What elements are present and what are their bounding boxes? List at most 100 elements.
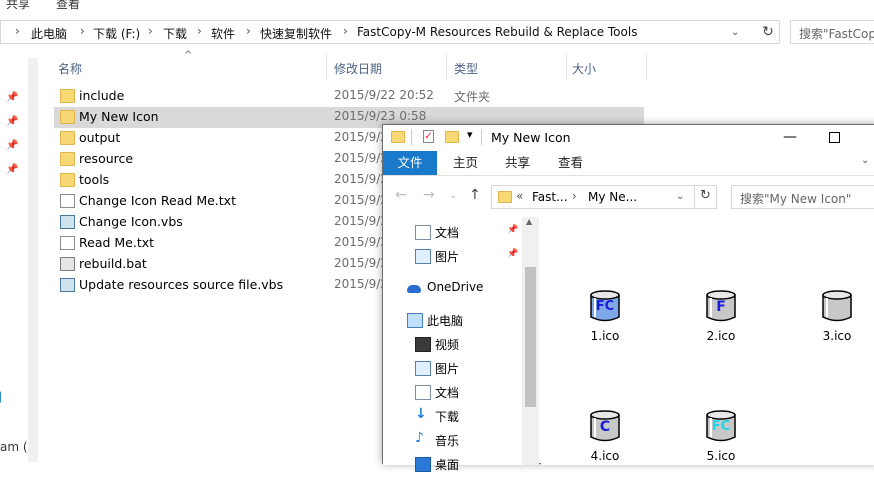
back-search-input[interactable]: 搜索"FastCop xyxy=(790,20,874,44)
nav-partial-label: am ( xyxy=(0,440,28,454)
computer-icon xyxy=(407,313,423,328)
file-date: 2015/9/2 xyxy=(334,256,388,270)
cylinder-icon xyxy=(822,290,852,322)
nav-item-label: 音乐 xyxy=(435,434,460,448)
tab-file[interactable]: 文件 xyxy=(383,151,437,175)
column-name[interactable]: 名称 xyxy=(58,60,82,77)
column-divider[interactable] xyxy=(446,54,447,80)
script-file-icon xyxy=(60,278,75,292)
back-nav-scrollbar[interactable] xyxy=(28,58,38,462)
pin-icon[interactable]: 📌 xyxy=(507,225,518,235)
address-bar[interactable]: « Fast... › My Ne... ⌄ ↻ xyxy=(491,185,717,209)
column-divider[interactable] xyxy=(646,54,647,80)
pin-icon[interactable]: 📌 xyxy=(507,249,518,259)
file-date: 2015/9/2 xyxy=(334,277,388,291)
column-date[interactable]: 修改日期 xyxy=(334,60,382,77)
folder-icon xyxy=(60,131,75,145)
refresh-icon[interactable]: ↻ xyxy=(758,22,778,42)
breadcrumb-software[interactable]: 软件 xyxy=(211,25,235,42)
tab-view[interactable]: 查看 xyxy=(558,151,583,175)
breadcrumb-parent[interactable]: Fast... xyxy=(532,190,568,204)
back-ribbon: 共享 查看 xyxy=(0,0,874,12)
table-row[interactable]: include 2015/9/22 20:52 文件夹 xyxy=(54,86,644,107)
window-title: My New Icon xyxy=(491,130,571,145)
nav-item[interactable]: OneDrive xyxy=(383,277,521,299)
expand-ribbon-icon[interactable]: ⌄ xyxy=(861,155,869,166)
nav-item[interactable]: 文档 📌 xyxy=(383,221,521,243)
customize-toolbar-icon[interactable]: ▾ xyxy=(467,128,473,141)
icon-file-name: 4.ico xyxy=(590,449,620,463)
icon-file-name: 5.ico xyxy=(706,449,736,463)
nav-item[interactable]: 此电脑 xyxy=(383,309,521,331)
icon-glyph: FC xyxy=(595,299,615,314)
icon-file-item[interactable]: FC 1.ico xyxy=(575,289,635,359)
back-arrow-icon[interactable]: ← xyxy=(395,187,407,203)
refresh-icon[interactable]: ↻ xyxy=(700,188,711,203)
scroll-up-icon[interactable]: ▲ xyxy=(526,217,532,226)
pin-icon[interactable]: 📌 xyxy=(6,92,18,103)
nav-item-label: 下载 xyxy=(435,410,460,424)
forward-arrow-icon[interactable]: → xyxy=(423,187,435,203)
chevron-right-icon: › xyxy=(197,24,202,38)
icon-file-item[interactable]: FC 5.ico xyxy=(691,409,751,479)
icon-glyph: C xyxy=(599,419,611,435)
pin-icon[interactable]: 📌 xyxy=(6,140,18,151)
file-name: My New Icon xyxy=(79,109,159,124)
icon-file-item[interactable]: F 2.ico xyxy=(691,289,751,359)
back-address-bar[interactable]: ▏ › 此电脑 › 下载 (F:) › 下载 › 软件 › 快速复制软件 › F… xyxy=(0,20,780,44)
text-file-icon xyxy=(60,194,75,208)
column-size[interactable]: 大小 xyxy=(572,60,596,77)
search-input[interactable]: 搜索"My New Icon" xyxy=(731,185,874,209)
nav-item[interactable]: ↓ 下载 xyxy=(383,405,521,427)
new-folder-icon[interactable] xyxy=(445,131,459,143)
file-date: 2015/9/2 xyxy=(334,151,388,165)
ribbon-tab-view[interactable]: 查看 xyxy=(56,0,80,12)
chevron-right-icon: › xyxy=(148,24,153,38)
file-date: 2015/9/23 0:58 xyxy=(334,109,427,123)
icon-file-item[interactable]: 3.ico xyxy=(807,289,867,359)
recent-locations-icon[interactable]: ⌄ xyxy=(449,190,457,201)
pictures-icon xyxy=(415,361,431,376)
nav-item[interactable]: ♪ 音乐 xyxy=(383,429,521,451)
computer-icon: ▏ xyxy=(0,25,4,39)
nav-partial-icon: ❘ xyxy=(0,390,6,403)
sort-ascending-icon: ^ xyxy=(184,50,193,61)
folder-icon xyxy=(60,89,75,103)
properties-icon[interactable]: ✓ xyxy=(423,130,434,143)
tab-home[interactable]: 主页 xyxy=(453,151,478,175)
document-icon xyxy=(415,225,431,240)
scrollbar-thumb[interactable] xyxy=(525,267,536,407)
maximize-icon[interactable] xyxy=(823,125,845,151)
nav-item[interactable]: 桌面 xyxy=(383,453,521,475)
icon-file-item[interactable]: C 4.ico xyxy=(575,409,635,479)
nav-item[interactable]: 文档 xyxy=(383,381,521,403)
chevron-down-icon[interactable]: ⌄ xyxy=(731,27,739,38)
nav-item[interactable]: 图片 xyxy=(383,357,521,379)
file-name: Change Icon.vbs xyxy=(79,214,183,229)
tab-share[interactable]: 共享 xyxy=(505,151,530,175)
column-divider[interactable] xyxy=(326,54,327,80)
column-divider[interactable] xyxy=(566,54,567,80)
icon-view: FC 1.ico F 2.ico 3.ico C 4.ico FC 5.ico xyxy=(541,217,874,465)
ribbon-tab-share[interactable]: 共享 xyxy=(6,0,30,12)
breadcrumb-this-pc[interactable]: 此电脑 xyxy=(31,25,67,42)
title-bar[interactable]: ✓ ▾ My New Icon — xyxy=(383,125,874,151)
overflow-icon[interactable]: « xyxy=(516,189,523,203)
nav-item[interactable]: 视频 xyxy=(383,333,521,355)
file-date: 2015/9/2 xyxy=(334,235,388,249)
breadcrumb-fastcopy-software[interactable]: 快速复制软件 xyxy=(260,25,332,42)
nav-item[interactable]: 图片 📌 xyxy=(383,245,521,267)
column-type[interactable]: 类型 xyxy=(454,60,478,77)
pin-icon[interactable]: 📌 xyxy=(6,164,18,175)
breadcrumb-downloads[interactable]: 下载 xyxy=(163,25,187,42)
breadcrumb-drive-f[interactable]: 下载 (F:) xyxy=(93,25,140,42)
file-name: tools xyxy=(79,172,110,187)
breadcrumb-current[interactable]: My Ne... xyxy=(588,190,637,204)
breadcrumb-current-folder[interactable]: FastCopy-M Resources Rebuild & Replace T… xyxy=(357,25,637,39)
pin-icon[interactable]: 📌 xyxy=(6,116,18,127)
divider xyxy=(481,129,482,145)
chevron-down-icon[interactable]: ⌄ xyxy=(676,191,684,202)
minimize-icon[interactable]: — xyxy=(779,125,801,151)
onedrive-icon xyxy=(407,285,421,293)
up-arrow-icon[interactable]: ↑ xyxy=(469,187,481,203)
